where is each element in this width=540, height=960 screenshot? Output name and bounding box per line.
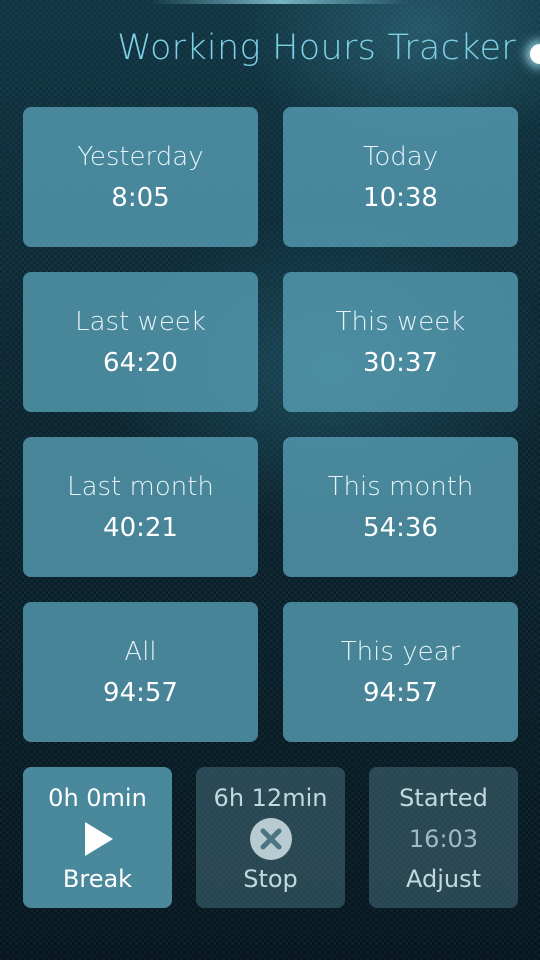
stat-label: Yesterday	[77, 142, 204, 172]
stat-value: 64:20	[103, 348, 178, 378]
stat-value: 54:36	[363, 513, 438, 543]
adjust-button[interactable]: Started 16:03 Adjust	[369, 767, 518, 908]
stat-value: 8:05	[111, 183, 170, 213]
pulley-menu-indicator	[530, 44, 540, 64]
stats-grid: Yesterday 8:05 Today 10:38 Last week 64:…	[23, 107, 518, 742]
stat-label: This year	[340, 637, 461, 667]
play-icon	[76, 817, 120, 861]
stat-value: 94:57	[363, 678, 438, 708]
stat-card-all[interactable]: All 94:57	[23, 602, 258, 742]
control-bar: 0h 0min Break 6h 12min Stop Started 16:0…	[23, 767, 518, 908]
stop-button[interactable]: 6h 12min Stop	[196, 767, 345, 908]
break-duration: 0h 0min	[48, 784, 147, 812]
stat-label: This week	[335, 307, 466, 337]
stat-card-this-year[interactable]: This year 94:57	[283, 602, 518, 742]
stat-value: 94:57	[103, 678, 178, 708]
stat-label: Last month	[67, 472, 214, 502]
stop-duration: 6h 12min	[213, 784, 328, 812]
break-button[interactable]: 0h 0min Break	[23, 767, 172, 908]
started-time: 16:03	[408, 824, 479, 853]
stat-label: This month	[327, 472, 474, 502]
stat-card-last-week[interactable]: Last week 64:20	[23, 272, 258, 412]
stat-card-today[interactable]: Today 10:38	[283, 107, 518, 247]
close-circle-icon	[249, 817, 293, 861]
stat-label: All	[124, 637, 157, 667]
stat-card-this-week[interactable]: This week 30:37	[283, 272, 518, 412]
stat-label: Today	[362, 142, 439, 172]
page-title: Working Hours Tracker	[117, 28, 516, 68]
stat-label: Last week	[75, 307, 206, 337]
adjust-label: Adjust	[405, 865, 482, 893]
stat-card-yesterday[interactable]: Yesterday 8:05	[23, 107, 258, 247]
stat-value: 10:38	[363, 183, 438, 213]
stat-card-last-month[interactable]: Last month 40:21	[23, 437, 258, 577]
stop-label: Stop	[243, 865, 298, 893]
break-label: Break	[62, 865, 133, 893]
top-glow	[150, 0, 410, 4]
stat-value: 40:21	[103, 513, 178, 543]
started-label: Started	[399, 784, 488, 812]
stat-value: 30:37	[363, 348, 438, 378]
stat-card-this-month[interactable]: This month 54:36	[283, 437, 518, 577]
